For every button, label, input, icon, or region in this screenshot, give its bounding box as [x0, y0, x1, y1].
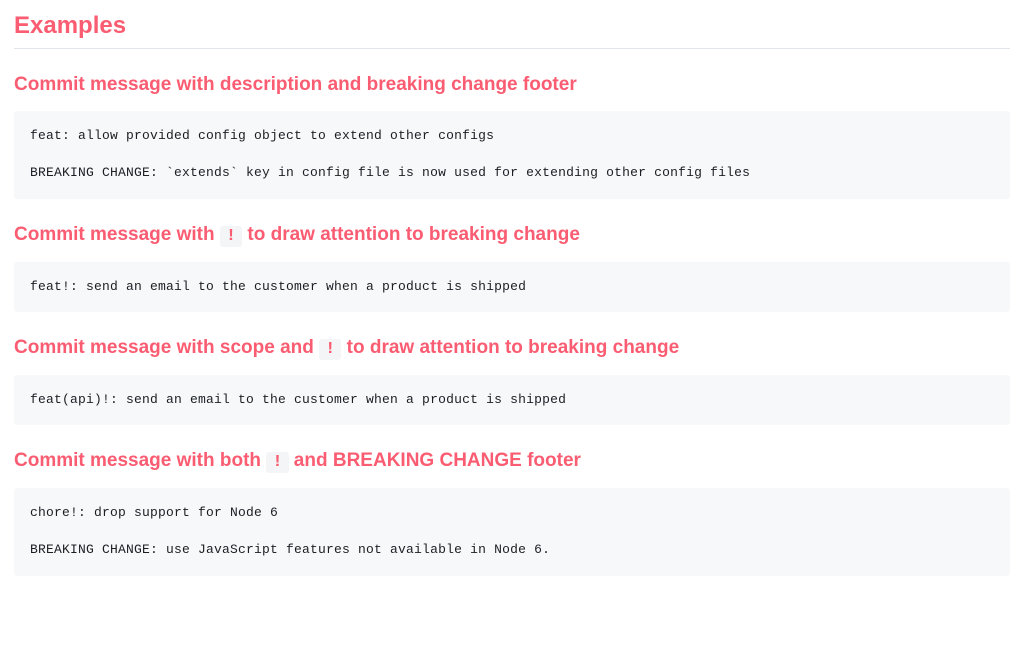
heading-text-pre: Commit message with both	[14, 450, 266, 471]
heading-text-pre: Commit message with scope and	[14, 337, 319, 358]
heading-inline-code: !	[266, 452, 288, 473]
heading-inline-code: !	[319, 339, 341, 360]
code-block: feat!: send an email to the customer whe…	[14, 262, 1010, 313]
example-heading: Commit message with both ! and BREAKING …	[14, 449, 1010, 473]
example-section: Commit message with both ! and BREAKING …	[14, 449, 1010, 576]
example-heading: Commit message with description and brea…	[14, 73, 1010, 97]
heading-inline-code: !	[220, 226, 242, 247]
example-section: Commit message with description and brea…	[14, 73, 1010, 199]
heading-text-pre: Commit message with	[14, 224, 220, 245]
example-heading: Commit message with scope and ! to draw …	[14, 336, 1010, 360]
example-heading: Commit message with ! to draw attention …	[14, 223, 1010, 247]
example-section: Commit message with ! to draw attention …	[14, 223, 1010, 312]
page-title: Examples	[14, 12, 1010, 49]
heading-text-post: and BREAKING CHANGE footer	[289, 450, 581, 471]
heading-text-pre: Commit message with description and brea…	[14, 74, 577, 95]
code-block: chore!: drop support for Node 6 BREAKING…	[14, 488, 1010, 577]
example-section: Commit message with scope and ! to draw …	[14, 336, 1010, 425]
heading-text-post: to draw attention to breaking change	[242, 224, 580, 245]
heading-text-post: to draw attention to breaking change	[341, 337, 679, 358]
code-block: feat(api)!: send an email to the custome…	[14, 375, 1010, 426]
code-block: feat: allow provided config object to ex…	[14, 111, 1010, 200]
